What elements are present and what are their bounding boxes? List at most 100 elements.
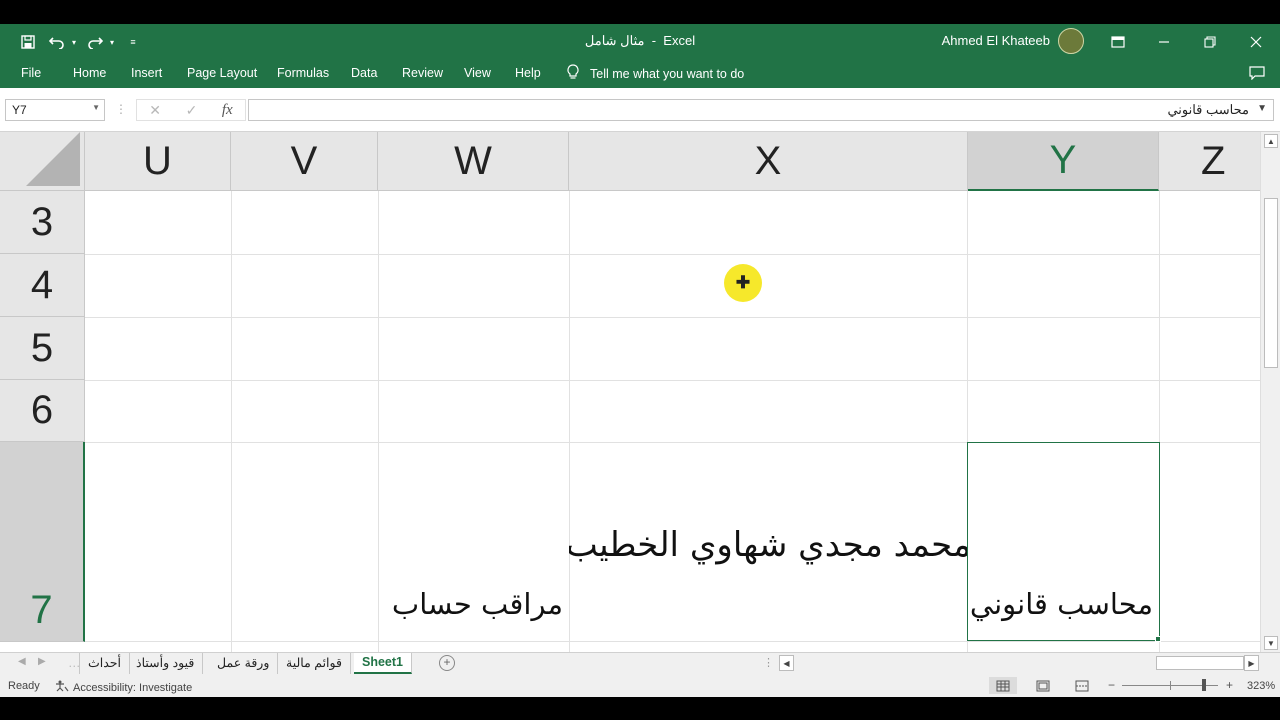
tab-review[interactable]: Review: [402, 66, 443, 84]
cancel-entry-icon[interactable]: ✕: [149, 102, 161, 119]
sheet-tab-worksheet[interactable]: ورقة عمل: [209, 653, 279, 674]
gridline: [569, 191, 570, 652]
tab-help[interactable]: Help: [515, 66, 541, 84]
gridline: [231, 191, 232, 652]
cell-x7-text: محمد مجدي شهاوي الخطيب: [569, 525, 968, 565]
gridline: [378, 191, 379, 652]
zoom-slider-thumb[interactable]: [1201, 679, 1206, 691]
new-sheet-icon[interactable]: +: [439, 655, 455, 671]
comments-icon[interactable]: [1249, 66, 1265, 83]
active-cell-border: [967, 442, 1160, 641]
name-box-value: Y7: [12, 103, 27, 117]
gridline: [85, 254, 1260, 255]
redo-dropdown-icon[interactable]: ▾: [106, 24, 118, 60]
ribbon-display-options-icon[interactable]: [1095, 24, 1141, 60]
undo-icon[interactable]: [46, 24, 68, 60]
expand-formula-bar-icon[interactable]: ▼: [1257, 103, 1267, 114]
tab-file[interactable]: File: [21, 66, 41, 84]
tell-me-box[interactable]: Tell me what you want to do: [566, 64, 744, 83]
scroll-left-icon[interactable]: ◀: [779, 655, 794, 671]
column-header-w[interactable]: W: [378, 132, 569, 191]
zoom-out-icon[interactable]: −: [1108, 678, 1115, 692]
name-box-dropdown-icon[interactable]: ▼: [92, 103, 100, 112]
scroll-down-icon[interactable]: ▼: [1264, 636, 1278, 650]
column-header-v[interactable]: V: [231, 132, 378, 191]
row-header-7[interactable]: 7: [0, 442, 85, 642]
insert-function-icon[interactable]: fx: [222, 102, 233, 119]
column-header-u[interactable]: U: [85, 132, 231, 191]
tab-split-handle-icon[interactable]: ⋮: [763, 656, 774, 669]
zoom-level[interactable]: 323%: [1247, 680, 1275, 692]
vertical-scroll-thumb[interactable]: [1264, 198, 1278, 368]
title-bar: ▾ ▾ ≡ مثال شامل - Excel Ahmed El Khateeb: [0, 24, 1280, 60]
title-separator: -: [651, 33, 657, 48]
customize-qat-icon[interactable]: ≡: [124, 24, 142, 60]
formula-buttons: ✕ ✓ fx: [136, 99, 246, 121]
formula-input[interactable]: محاسب قانوني ▼: [248, 99, 1274, 121]
window-title: مثال شامل - Excel: [480, 33, 800, 49]
sheet-tab-journal-ledger[interactable]: قيود وأستاذ: [128, 653, 204, 674]
formula-bar-grip-icon[interactable]: ⋮: [115, 102, 127, 116]
page-layout-view-icon[interactable]: [1029, 677, 1057, 694]
tab-view[interactable]: View: [464, 66, 491, 84]
bottom-black-border: [0, 697, 1280, 720]
tab-insert[interactable]: Insert: [131, 66, 162, 84]
row-header-3[interactable]: 3: [0, 191, 85, 254]
horizontal-scrollbar[interactable]: ◀ ▶: [778, 655, 1260, 672]
column-header-x[interactable]: X: [569, 132, 968, 191]
lightbulb-icon: [566, 64, 580, 83]
name-box[interactable]: Y7 ▼: [5, 99, 105, 121]
tab-page-layout[interactable]: Page Layout: [187, 66, 257, 84]
cell-w7[interactable]: مراقب حساب: [378, 587, 569, 637]
column-header-z[interactable]: Z: [1159, 132, 1260, 191]
ribbon-tabs: File Home Insert Page Layout Formulas Da…: [0, 60, 1280, 88]
row-header-4[interactable]: 4: [0, 254, 85, 317]
close-icon[interactable]: [1233, 24, 1279, 60]
formula-input-value: محاسب قانوني: [1167, 102, 1249, 117]
file-name: مثال شامل: [584, 33, 645, 48]
top-black-border: [0, 0, 1280, 24]
vertical-scrollbar[interactable]: ▲ ▼: [1260, 132, 1280, 652]
tab-home[interactable]: Home: [73, 66, 106, 84]
gridline: [85, 317, 1260, 318]
row-header-6[interactable]: 6: [0, 380, 85, 442]
status-bar: Ready Accessibility: Investigate − + 323…: [0, 674, 1280, 697]
zoom-in-icon[interactable]: +: [1226, 678, 1233, 692]
normal-view-icon[interactable]: [989, 677, 1017, 694]
next-sheet-icon[interactable]: ▶: [38, 656, 46, 667]
gridline: [85, 380, 1260, 381]
worksheet-grid[interactable]: U V W X Y Z 3 4 5 6 7 محمد مجدي شهاوي ال…: [0, 132, 1260, 652]
select-all-button[interactable]: [0, 132, 85, 191]
tab-formulas[interactable]: Formulas: [277, 66, 329, 84]
redo-icon[interactable]: [84, 24, 106, 60]
cell-x7[interactable]: محمد مجدي شهاوي الخطيب: [569, 515, 968, 575]
tab-data[interactable]: Data: [351, 66, 377, 84]
user-avatar[interactable]: [1058, 28, 1084, 54]
fill-handle[interactable]: [1155, 636, 1161, 642]
confirm-entry-icon[interactable]: ✓: [186, 102, 198, 119]
accessibility-icon: [55, 680, 69, 695]
page-break-view-icon[interactable]: [1068, 677, 1096, 694]
sheet-tab-sheet1[interactable]: Sheet1: [354, 653, 412, 674]
excel-window: ▾ ▾ ≡ مثال شامل - Excel Ahmed El Khateeb…: [0, 0, 1280, 720]
restore-icon[interactable]: [1187, 24, 1233, 60]
save-icon[interactable]: [14, 24, 42, 60]
column-header-y[interactable]: Y: [968, 132, 1159, 191]
sheet-tab-financial-statements[interactable]: قوائم مالية: [278, 653, 351, 674]
zoom-slider-center-mark: [1170, 681, 1171, 690]
user-name[interactable]: Ahmed El Khateeb: [920, 33, 1050, 48]
accessibility-status[interactable]: Accessibility: Investigate: [55, 680, 192, 695]
scroll-right-icon[interactable]: ▶: [1244, 655, 1259, 671]
undo-dropdown-icon[interactable]: ▾: [68, 24, 80, 60]
horizontal-scroll-thumb[interactable]: [1156, 656, 1244, 670]
formula-bar: Y7 ▼ ⋮ ✕ ✓ fx محاسب قانوني ▼: [0, 88, 1280, 132]
previous-sheet-icon[interactable]: ◀: [18, 656, 26, 667]
minimize-icon[interactable]: [1141, 24, 1187, 60]
cell-select-cursor-icon: ✚: [735, 273, 751, 292]
sheet-tabs-bar: ◀ ▶ … أحداث قيود وأستاذ ورقة عمل قوائم م…: [0, 652, 1280, 674]
row-header-5[interactable]: 5: [0, 317, 85, 380]
scroll-up-icon[interactable]: ▲: [1264, 134, 1278, 148]
accessibility-text: Accessibility: Investigate: [73, 681, 193, 694]
app-name: Excel: [663, 33, 696, 48]
sheet-tab-events[interactable]: أحداث: [79, 653, 131, 674]
